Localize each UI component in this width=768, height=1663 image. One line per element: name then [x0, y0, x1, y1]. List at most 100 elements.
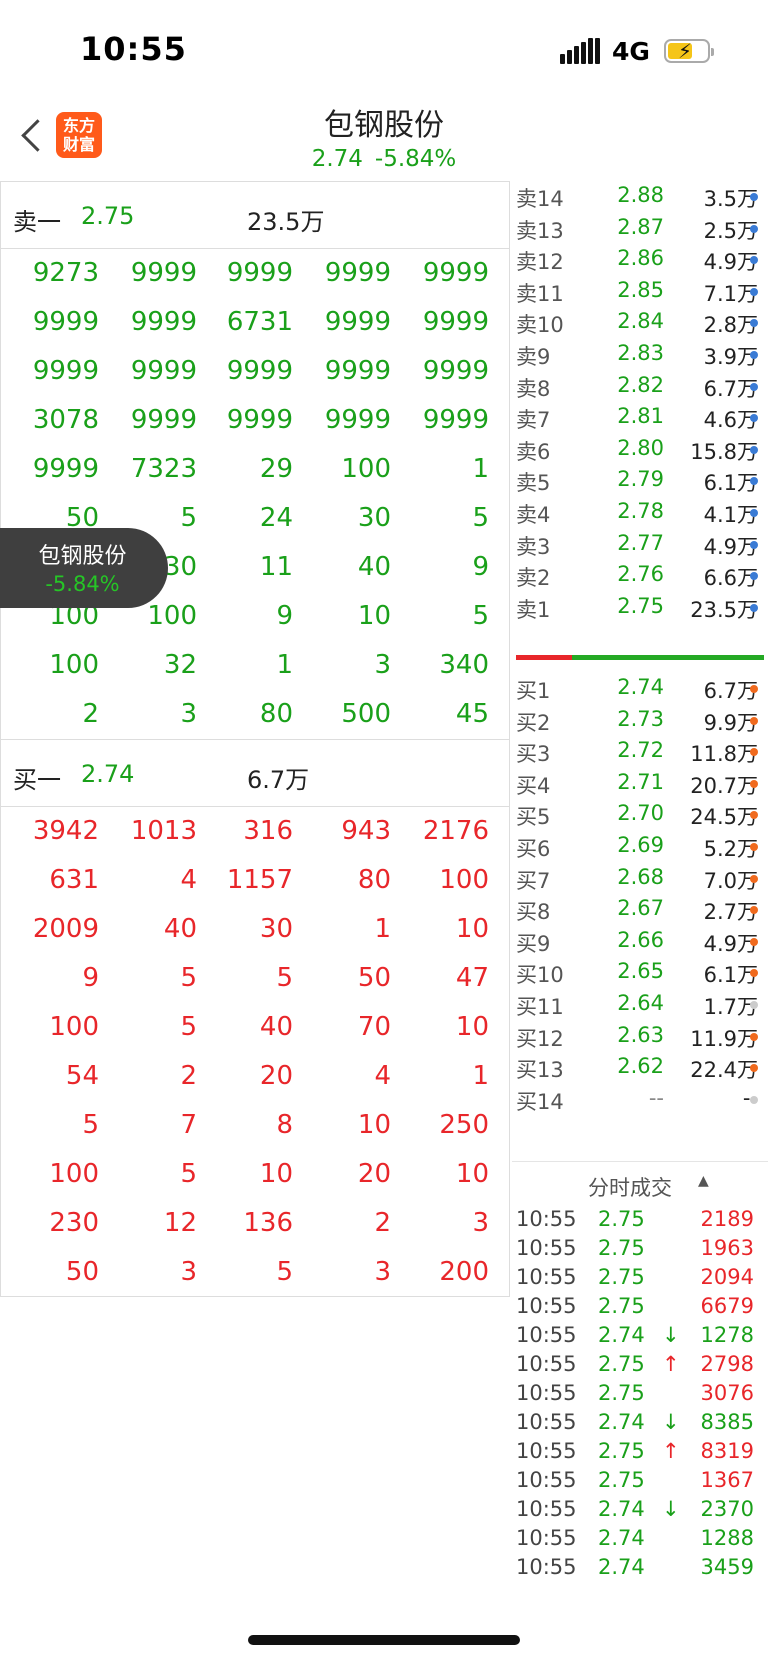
order-book-row[interactable]: 卖14 2.88 3.5万 — [512, 181, 768, 214]
order-book-row[interactable]: 卖5 2.79 6.1万 — [512, 465, 768, 498]
order-book-row[interactable]: 买8 2.67 2.7万 — [512, 894, 768, 927]
order-book-row[interactable]: 买2 2.73 9.9万 — [512, 705, 768, 738]
queue-cell: 9999 — [32, 307, 99, 337]
order-book-row[interactable]: 买7 2.68 7.0万 — [512, 863, 768, 896]
order-book-row[interactable]: 卖7 2.81 4.6万 — [512, 402, 768, 435]
queue-cell: 9 — [82, 963, 99, 993]
order-book-row[interactable]: 买9 2.66 4.9万 — [512, 926, 768, 959]
queue-cell: 5 — [472, 601, 489, 631]
queue-cell: 2176 — [422, 816, 489, 846]
queue-cell: 2 — [82, 699, 99, 729]
queue-cell: 4 — [374, 1061, 391, 1091]
queue-cell: 12 — [163, 1208, 197, 1238]
order-book-row[interactable]: 卖12 2.86 4.9万 — [512, 244, 768, 277]
order-book-row[interactable]: 卖1 2.75 23.5万 — [512, 592, 768, 625]
level-volume: 2.7万 — [703, 900, 758, 925]
queue-cell: 80 — [357, 865, 391, 895]
queue-cell: 4 — [180, 865, 197, 895]
trade-row: 10:55 2.75 ↑ 2798 — [512, 1352, 768, 1382]
queue-cell: 100 — [341, 454, 391, 484]
queue-cell: 6731 — [226, 307, 293, 337]
trade-row: 10:55 2.75 6679 — [512, 1294, 768, 1324]
order-book-row[interactable]: 卖3 2.77 4.9万 — [512, 529, 768, 562]
level-price: 2.88 — [617, 183, 664, 207]
level-volume: 6.1万 — [703, 471, 758, 496]
queue-cell: 11 — [259, 552, 293, 582]
bid-price: 2.74 — [81, 760, 135, 788]
order-book-row[interactable]: 买10 2.65 6.1万 — [512, 957, 768, 990]
queue-cell: 5 — [180, 963, 197, 993]
queue-cell: 5 — [276, 1257, 293, 1287]
page-title: 包钢股份 — [324, 108, 444, 143]
queue-cell: 100 — [49, 650, 99, 680]
trade-price: 2.75 — [598, 1468, 645, 1492]
trade-price: 2.75 — [598, 1352, 645, 1376]
trade-volume: 6679 — [700, 1294, 754, 1318]
queue-row: 3942 1013 316 943 2176 — [1, 813, 509, 862]
trade-row: 10:55 2.75 2094 — [512, 1265, 768, 1295]
home-indicator — [248, 1635, 520, 1645]
order-book-row[interactable]: 卖9 2.83 3.9万 — [512, 339, 768, 372]
order-book-row[interactable]: 买11 2.64 1.7万 — [512, 989, 768, 1022]
queue-cell: 70 — [357, 1012, 391, 1042]
queue-cell: 29 — [259, 454, 293, 484]
order-book-row[interactable]: 卖4 2.78 4.1万 — [512, 497, 768, 530]
level-volume: 6.7万 — [703, 376, 758, 401]
order-book-row[interactable]: 卖11 2.85 7.1万 — [512, 276, 768, 309]
level-label: 卖8 — [516, 376, 551, 401]
ask-label: 卖一 — [13, 208, 61, 236]
floating-stock-badge[interactable]: 包钢股份 -5.84% — [0, 528, 168, 608]
price-subtitle: 2.74 -5.84% — [0, 146, 768, 172]
order-book-row[interactable]: 买1 2.74 6.7万 — [512, 673, 768, 706]
level-dot-icon — [750, 1095, 758, 1104]
queue-cell: 316 — [243, 816, 293, 846]
order-book-row[interactable]: 买6 2.69 5.2万 — [512, 831, 768, 864]
queue-cell: 9999 — [324, 356, 391, 386]
bid-ask-ratio-bar — [516, 655, 764, 660]
level-dot-icon — [750, 685, 758, 693]
order-book-row[interactable]: 卖2 2.76 6.6万 — [512, 560, 768, 593]
queue-cell: 9999 — [130, 258, 197, 288]
order-book-row[interactable]: 买12 2.63 11.9万 — [512, 1021, 768, 1054]
level-price: 2.80 — [617, 435, 664, 460]
level-price: 2.64 — [617, 991, 664, 1015]
order-book-row[interactable]: 卖13 2.87 2.5万 — [512, 213, 768, 246]
trade-time: 10:55 — [516, 1323, 577, 1347]
queue-cell: 9999 — [324, 307, 391, 337]
level-dot-icon — [750, 540, 758, 549]
level-label: 卖10 — [516, 313, 564, 338]
order-book-row[interactable]: 卖6 2.80 15.8万 — [512, 434, 768, 467]
level-volume: 22.4万 — [690, 1058, 758, 1083]
order-book-row[interactable]: 卖8 2.82 6.7万 — [512, 371, 768, 404]
level-volume: 11.8万 — [690, 742, 758, 767]
trade-time: 10:55 — [516, 1207, 577, 1231]
order-book-row[interactable]: 买14 ---- — [512, 1084, 768, 1117]
queue-cell: 2009 — [32, 914, 99, 944]
queue-cell: 9999 — [226, 356, 293, 386]
level-price: 2.85 — [617, 277, 664, 302]
queue-cell: 40 — [163, 914, 197, 944]
order-book-row[interactable]: 买4 2.71 20.7万 — [512, 768, 768, 801]
level-price: 2.87 — [617, 214, 664, 239]
ask-price: 2.75 — [81, 202, 135, 230]
order-book-row[interactable]: 卖10 2.84 2.8万 — [512, 307, 768, 340]
queue-row: 9999 7323 29 100 1 — [1, 451, 509, 500]
level-volume: 1.7万 — [703, 995, 758, 1019]
trades-header[interactable]: 分时成交 ▲ — [512, 1161, 768, 1206]
trade-volume: 2189 — [700, 1207, 754, 1231]
queue-row: 100 5 40 70 10 — [1, 1009, 509, 1058]
queue-cell: 1 — [374, 914, 391, 944]
level-price: 2.83 — [617, 341, 664, 365]
level-label: 买4 — [516, 773, 551, 798]
level-price: 2.78 — [617, 499, 664, 523]
queue-row: 2009 40 30 1 10 — [1, 911, 509, 960]
order-book-row[interactable]: 买13 2.62 22.4万 — [512, 1052, 768, 1085]
level-price: 2.84 — [617, 309, 664, 334]
trade-price: 2.74 — [598, 1323, 645, 1347]
level-volume: 15.8万 — [690, 439, 758, 464]
trade-time: 10:55 — [516, 1497, 577, 1521]
level-label: 买8 — [516, 900, 551, 925]
order-book-row[interactable]: 买5 2.70 24.5万 — [512, 799, 768, 832]
queue-cell: 9999 — [130, 356, 197, 386]
order-book-row[interactable]: 买3 2.72 11.8万 — [512, 736, 768, 769]
